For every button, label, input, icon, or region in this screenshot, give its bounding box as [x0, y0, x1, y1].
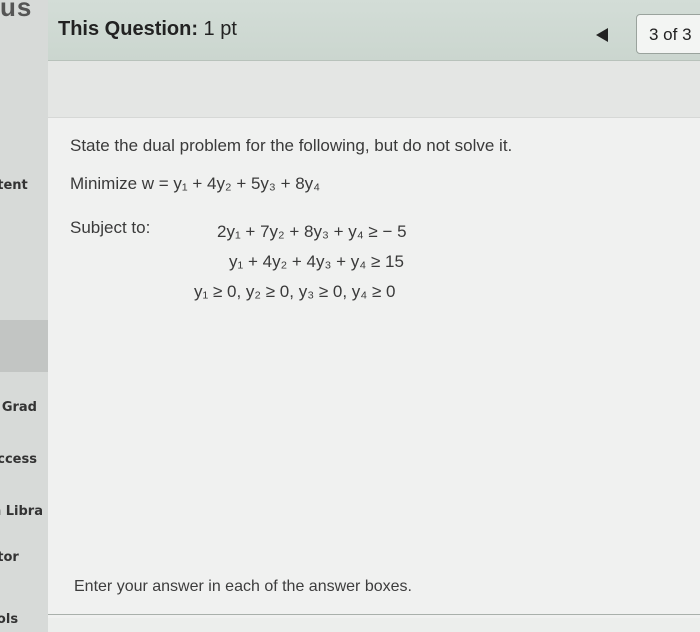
- constraint-1: 2y₁ + 7y₂ + 8y₃ + y₄ ≥ − 5: [217, 222, 407, 241]
- objective-function: Minimize w = y₁ + 4y₂ + 5y₃ + 8y₄: [70, 174, 321, 193]
- sidebar-item-media-library[interactable]: ia Libra: [0, 504, 48, 519]
- question-header: This Question: 1 pt 3 of 3: [48, 0, 700, 61]
- sidebar-item-tutor[interactable]: utor: [0, 550, 48, 565]
- nonnegativity-constraints: y₁ ≥ 0, y₂ ≥ 0, y₃ ≥ 0, y₄ ≥ 0: [194, 282, 396, 301]
- sidebar-active-band: [0, 320, 48, 372]
- sidebar-item-home[interactable]: e: [0, 118, 48, 133]
- sidebar: us e ntent b Grad uccess ia Libra utor o…: [0, 0, 49, 632]
- previous-question-icon[interactable]: [596, 28, 608, 42]
- sidebar-item-gradebook[interactable]: b Grad: [0, 400, 48, 415]
- sidebar-item-content[interactable]: ntent: [0, 178, 48, 193]
- sidebar-item-success[interactable]: uccess: [0, 452, 48, 467]
- toolbar-strip: [48, 61, 700, 118]
- constraint-2: y₁ + 4y₂ + 4y₃ + y₄ ≥ 15: [229, 252, 404, 271]
- subject-to-label: Subject to:: [70, 218, 151, 237]
- answer-section-divider: [48, 614, 700, 615]
- question-counter[interactable]: 3 of 3: [636, 14, 700, 54]
- question-content: State the dual problem for the following…: [48, 118, 700, 618]
- sidebar-item-tools[interactable]: ools: [0, 612, 48, 627]
- brand-logo-text: us: [0, 0, 33, 22]
- question-instruction: State the dual problem for the following…: [70, 136, 513, 155]
- main-panel: This Question: 1 pt 3 of 3 State the dua…: [48, 0, 700, 632]
- answer-prompt: Enter your answer in each of the answer …: [74, 578, 412, 595]
- question-title-label: This Question:: [58, 18, 198, 40]
- question-points: 1 pt: [198, 18, 237, 40]
- question-title: This Question: 1 pt: [58, 18, 237, 41]
